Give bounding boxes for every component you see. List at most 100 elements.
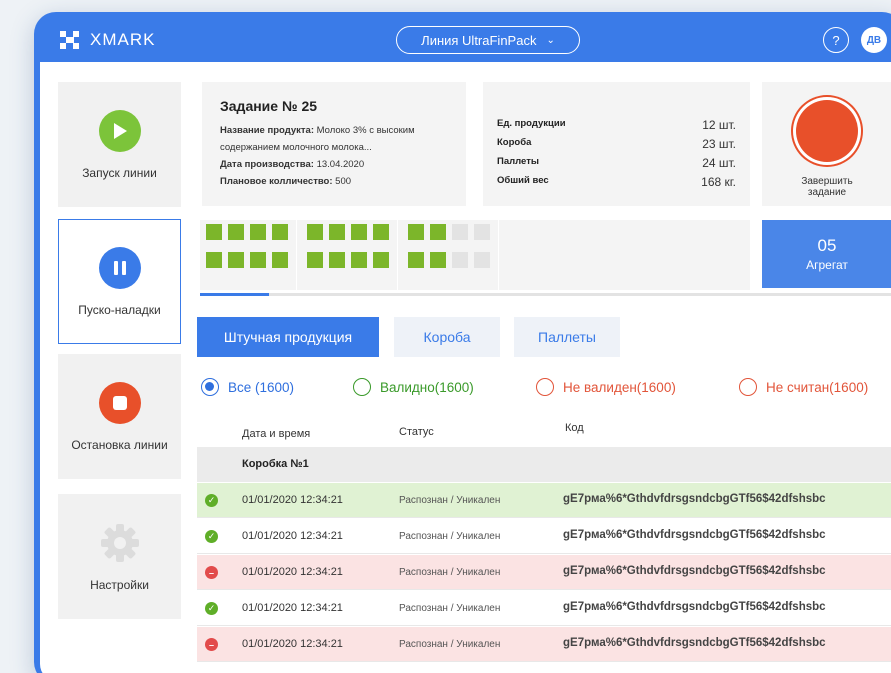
check-circle-icon: ✓	[205, 494, 218, 507]
stats-panel: Ед. продукции 12 шт. Короба 23 шт. Паллеты…	[483, 82, 750, 206]
grid-cell-filled	[329, 252, 345, 268]
grid-cell-empty	[474, 252, 490, 268]
grid-group	[408, 224, 490, 268]
stat-value: 23 шт.	[702, 137, 736, 151]
aggregate-number: 05	[817, 236, 837, 255]
finish-task-button[interactable]	[796, 100, 858, 162]
grid-cell-filled	[373, 224, 389, 240]
row-datetime: 01/01/2020 12:34:21	[242, 494, 343, 506]
stat-label: Короба	[497, 137, 532, 148]
column-header-datetime[interactable]: Дата и время	[242, 428, 310, 440]
planned-quantity: Плановое колличество: 500	[220, 173, 448, 190]
radio-icon	[353, 378, 371, 396]
group-row-box[interactable]: Коробка №1	[197, 447, 891, 482]
line-select-label: Линия UltraFinPack	[421, 32, 537, 48]
grid-cell-empty	[452, 252, 468, 268]
stat-value: 12 шт.	[702, 118, 736, 132]
grid-cell-filled	[206, 224, 222, 240]
stat-row: Короба 23 шт.	[497, 137, 736, 156]
minus-circle-icon: –	[205, 566, 218, 579]
filter-label: Не считан(1600)	[766, 379, 869, 395]
line-select-dropdown[interactable]: Линия UltraFinPack ⌄	[396, 26, 580, 54]
column-header-code[interactable]: Код	[565, 422, 584, 434]
row-status: Распознан / Уникален	[399, 567, 501, 578]
minus-circle-icon: –	[205, 638, 218, 651]
table-row[interactable]: – 01/01/2020 12:34:21 Распознан / Уникален…	[197, 555, 891, 590]
task-title: Задание № 25	[220, 98, 318, 114]
finish-task-panel: Завершить задание	[762, 82, 891, 206]
row-code: gE7рма%6*GthdvfdrsgsndcbgGTf56$42dfshsbc	[563, 565, 826, 577]
grid-cell-filled	[206, 252, 222, 268]
grid-cell-filled	[329, 224, 345, 240]
sidebar-item-label: Настройки	[90, 577, 149, 592]
grid-separator	[397, 220, 398, 290]
app-logo: XMARK	[60, 30, 155, 50]
aggregate-label: Агрегат	[806, 258, 848, 272]
row-status: Распознан / Уникален	[399, 495, 501, 506]
stat-row: Ед. продукции 12 шт.	[497, 118, 736, 137]
play-icon	[98, 109, 141, 152]
settings-button[interactable]: Настройки	[58, 494, 181, 619]
sidebar-item-label: Запуск линии	[82, 165, 157, 180]
stat-label: Обший вес	[497, 175, 549, 186]
planned-quantity-label: Плановое колличество:	[220, 176, 333, 187]
tab-pallets[interactable]: Паллеты	[514, 317, 620, 357]
progress-track	[200, 293, 891, 296]
check-circle-icon: ✓	[205, 530, 218, 543]
finish-task-label: Завершить задание	[801, 176, 852, 198]
help-button[interactable]: ?	[823, 27, 849, 53]
grid-group	[307, 224, 389, 268]
grid-cell-filled	[408, 224, 424, 240]
chevron-down-icon: ⌄	[546, 34, 555, 46]
grid-cell-filled	[373, 252, 389, 268]
production-date-label: Дата производства:	[220, 159, 314, 170]
grid-cell-filled	[307, 224, 323, 240]
stat-label: Ед. продукции	[497, 118, 566, 129]
start-line-button[interactable]: Запуск линии	[58, 82, 181, 207]
table-row[interactable]: ✓ 01/01/2020 12:34:21 Распознан / Уникален…	[197, 591, 891, 626]
row-status: Распознан / Уникален	[399, 531, 501, 542]
aggregate-panel[interactable]: 05 Агрегат	[762, 220, 891, 288]
tab-boxes[interactable]: Короба	[394, 317, 500, 357]
filter-not-scanned[interactable]: Не считан(1600)	[739, 378, 868, 396]
table-row[interactable]: ✓ 01/01/2020 12:34:21 Распознан / Уникален…	[197, 519, 891, 554]
grid-cell-filled	[307, 252, 323, 268]
pause-icon	[98, 246, 141, 289]
radio-icon	[739, 378, 757, 396]
grid-cell-filled	[408, 252, 424, 268]
stat-label: Паллеты	[497, 156, 539, 167]
filter-label: Валидно(1600)	[380, 379, 474, 395]
grid-group	[206, 224, 288, 268]
logo-text: XMARK	[90, 30, 156, 49]
finish-label-line1: Завершить	[801, 176, 853, 187]
production-date-value: 13.04.2020	[316, 159, 365, 170]
check-circle-icon: ✓	[205, 602, 218, 615]
table-row[interactable]: – 01/01/2020 12:34:21 Распознан / Уникален…	[197, 627, 891, 662]
product-name-label: Название продукта:	[220, 125, 314, 136]
column-header-status[interactable]: Статус	[399, 426, 434, 438]
grid-cell-filled	[272, 252, 288, 268]
grid-cell-filled	[430, 224, 446, 240]
filter-valid[interactable]: Валидно(1600)	[353, 378, 474, 396]
grid-cell-filled	[430, 252, 446, 268]
task-info-panel: Задание № 25 Название продукта: Молоко 3…	[202, 82, 466, 206]
stat-row: Обший вес 168 кг.	[497, 175, 736, 194]
row-code: gE7рма%6*GthdvfdrsgsndcbgGTf56$42dfshsbc	[563, 493, 826, 505]
radio-icon	[536, 378, 554, 396]
stop-line-button[interactable]: Остановка линии	[58, 354, 181, 479]
finish-label-line2: задание	[807, 187, 847, 198]
row-datetime: 01/01/2020 12:34:21	[242, 530, 343, 542]
user-avatar[interactable]: ДВ	[861, 27, 887, 53]
row-datetime: 01/01/2020 12:34:21	[242, 638, 343, 650]
tab-units[interactable]: Штучная продукция	[197, 317, 379, 357]
table-row[interactable]: ✓ 01/01/2020 12:34:21 Распознан / Уникален…	[197, 483, 891, 518]
production-date: Дата производства: 13.04.2020	[220, 156, 448, 173]
filter-all[interactable]: Все (1600)	[201, 378, 294, 396]
row-datetime: 01/01/2020 12:34:21	[242, 602, 343, 614]
sidebar-item-label: Пуско-наладки	[78, 302, 161, 317]
filter-invalid[interactable]: Не валиден(1600)	[536, 378, 676, 396]
planned-quantity-value: 500	[335, 176, 352, 187]
grid-cell-filled	[250, 224, 266, 240]
row-code: gE7рма%6*GthdvfdrsgsndcbgGTf56$42dfshsbc	[563, 601, 826, 613]
setup-button[interactable]: Пуско-наладки	[58, 219, 181, 344]
